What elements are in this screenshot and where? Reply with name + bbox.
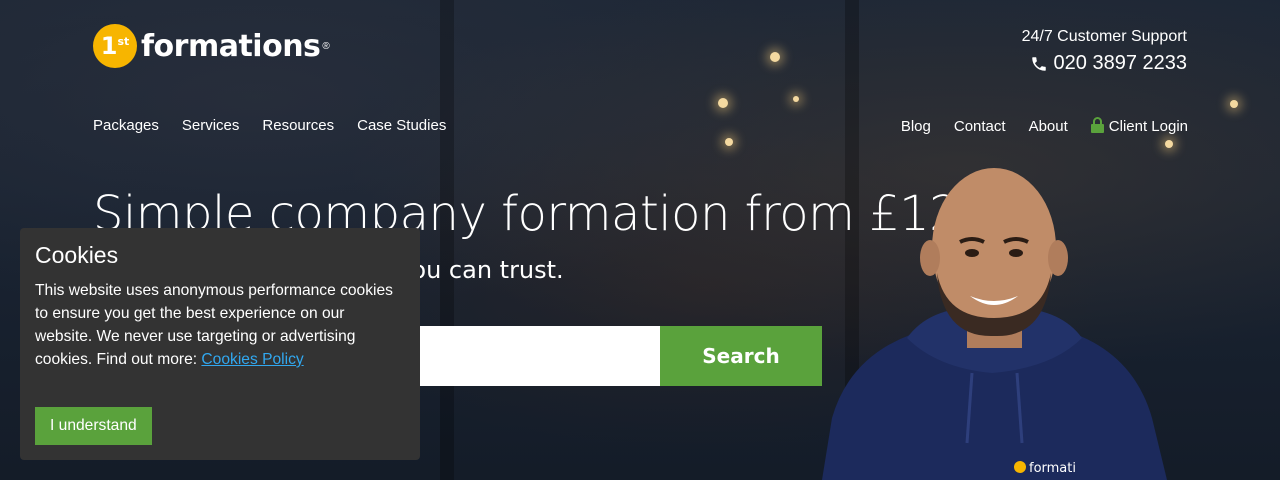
cookie-title: Cookies xyxy=(35,242,119,268)
bg-light xyxy=(1165,140,1173,148)
search-button[interactable]: Search xyxy=(660,326,822,386)
lock-icon xyxy=(1090,117,1104,133)
bg-light xyxy=(1230,100,1238,108)
bg-light xyxy=(718,98,728,108)
nav-resources[interactable]: Resources xyxy=(262,117,334,134)
hero-person-image: formati xyxy=(822,168,1167,480)
bg-light xyxy=(793,96,799,102)
cookie-banner: Cookies This website uses anonymous perf… xyxy=(20,228,420,460)
nav-packages[interactable]: Packages xyxy=(93,117,159,134)
customer-support: 24/7 Customer Support 020 3897 2233 xyxy=(1022,28,1187,75)
cookie-accept-button[interactable]: I understand xyxy=(35,407,152,445)
nav-blog[interactable]: Blog xyxy=(901,118,931,135)
bg-light xyxy=(770,52,780,62)
support-phone-link[interactable]: 020 3897 2233 xyxy=(1022,52,1187,75)
nav-case-studies[interactable]: Case Studies xyxy=(357,117,446,134)
hoodie-logo-text: formati xyxy=(1029,461,1076,476)
phone-icon xyxy=(1031,56,1046,71)
nav-about[interactable]: About xyxy=(1029,118,1068,135)
logo-text: formations xyxy=(141,28,321,64)
cookies-policy-link[interactable]: Cookies Policy xyxy=(201,351,303,368)
logo-badge: 1st xyxy=(93,24,137,68)
nav-services[interactable]: Services xyxy=(182,117,240,134)
cookie-text: This website uses anonymous performance … xyxy=(35,279,405,371)
support-phone-number: 020 3897 2233 xyxy=(1053,52,1187,74)
bg-light xyxy=(725,138,733,146)
logo-registered-mark: ® xyxy=(322,40,330,52)
main-nav: Packages Services Resources Case Studies xyxy=(93,117,446,134)
client-login-label: Client Login xyxy=(1108,118,1188,135)
client-login-link[interactable]: Client Login xyxy=(1090,117,1188,135)
support-label: 24/7 Customer Support xyxy=(1021,28,1187,45)
secondary-nav: Blog Contact About Client Login xyxy=(901,117,1188,135)
nav-contact[interactable]: Contact xyxy=(954,118,1006,135)
logo[interactable]: 1st formations ® xyxy=(93,24,330,68)
